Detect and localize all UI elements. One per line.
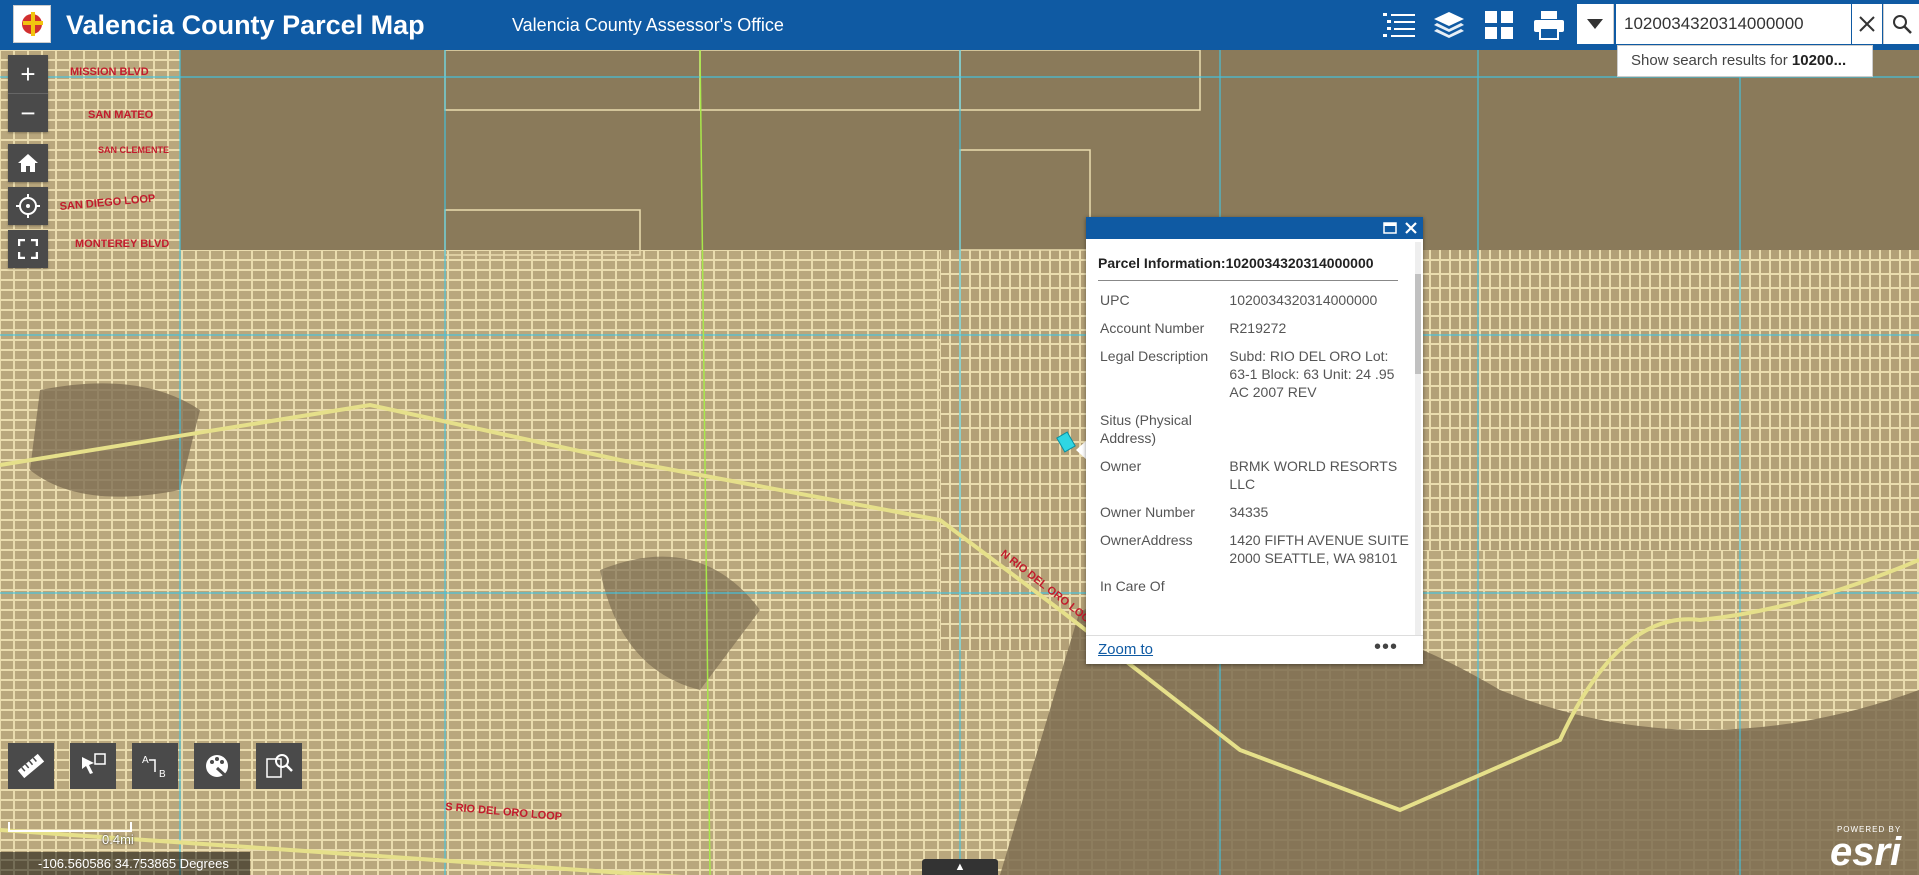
search-source-dropdown[interactable]: [1577, 4, 1614, 44]
zoom-out-button[interactable]: −: [8, 93, 48, 132]
search-input[interactable]: [1616, 4, 1851, 44]
field-label: UPC: [1100, 292, 1130, 308]
zoom-in-button[interactable]: +: [8, 55, 48, 93]
draw-button[interactable]: [194, 743, 240, 789]
popup-scrollbar[interactable]: [1415, 242, 1421, 642]
svg-text:A: A: [142, 755, 149, 766]
more-actions-button[interactable]: •••: [1374, 636, 1398, 659]
select-icon: [82, 753, 106, 774]
field-value: R219272: [1229, 320, 1287, 336]
field-value: 1020034320314000000: [1229, 292, 1378, 308]
road-label-san-mateo: SAN MATEO: [88, 109, 154, 121]
clear-search-button[interactable]: [1852, 4, 1882, 44]
road-label-mission: MISSION BLVD: [70, 66, 149, 78]
layers-icon: [1434, 12, 1464, 38]
field-value: 34335: [1229, 504, 1269, 520]
legend-button[interactable]: [1380, 6, 1418, 44]
table-row: UPC 1020034320314000000: [1100, 291, 1410, 319]
field-value: BRMK WORLD RESORTS LLC: [1229, 458, 1398, 492]
road-label-san-clemente: SAN CLEMENTE: [98, 145, 169, 155]
attribute-table: UPC 1020034320314000000 Account Number R21…: [1100, 291, 1410, 605]
select-button[interactable]: [70, 743, 116, 789]
zoom-to-link[interactable]: Zoom to: [1098, 641, 1153, 658]
esri-logo: POWERED BY esri: [1830, 825, 1902, 874]
draw-icon: [206, 755, 230, 780]
road-label-monterey: MONTEREY BLVD: [75, 238, 169, 250]
esri-brand-text: esri: [1830, 830, 1902, 874]
basemap-gallery-icon: [1485, 11, 1513, 39]
field-value: Subd: RIO DEL ORO Lot: 63-1 Block: 63 Un…: [1229, 348, 1395, 400]
field-label: Situs (Physical Address): [1100, 412, 1192, 446]
chevron-down-icon: [1587, 19, 1603, 29]
scale-label: 0.4mi: [102, 832, 134, 847]
field-label: Owner: [1100, 458, 1142, 474]
table-row: Situs (Physical Address): [1100, 411, 1410, 457]
svg-text:B: B: [159, 769, 166, 780]
home-button[interactable]: [8, 144, 48, 182]
print-icon: [1534, 11, 1564, 40]
fullscreen-icon: [18, 239, 38, 259]
app-title: Valencia County Parcel Map: [66, 10, 425, 40]
field-value: [1229, 411, 1410, 457]
locate-button[interactable]: [8, 187, 48, 225]
measure-button[interactable]: [8, 743, 54, 789]
field-label: Account Number: [1100, 320, 1205, 336]
query-button[interactable]: [256, 743, 302, 789]
measure-icon: [17, 753, 45, 779]
home-icon: [18, 154, 38, 172]
coordinate-readout: -106.560586 34.753865 Degrees: [0, 852, 250, 875]
parcel-popup: Parcel Information:1020034320314000000 U…: [1086, 217, 1423, 664]
search-suggestion[interactable]: Show search results for 10200...: [1617, 45, 1873, 77]
search-icon: [1893, 15, 1912, 34]
table-row: In Care Of: [1100, 577, 1410, 605]
field-label: Legal Description: [1100, 348, 1209, 364]
field-label: In Care Of: [1100, 578, 1165, 594]
print-button[interactable]: [1530, 6, 1568, 44]
close-icon: [1859, 16, 1875, 32]
field-value: 1420 FIFTH AVENUE SUITE 2000 SEATTLE, WA…: [1229, 532, 1409, 566]
table-row: Account Number R219272: [1100, 319, 1410, 347]
county-seal-icon: [13, 5, 51, 43]
legend-icon: [1383, 13, 1415, 37]
locate-icon: [16, 194, 40, 218]
fullscreen-button[interactable]: [8, 230, 48, 268]
field-value: [1229, 577, 1410, 605]
popup-content[interactable]: UPC 1020034320314000000 Account Number R21…: [1086, 217, 1414, 635]
search-button[interactable]: [1883, 4, 1919, 44]
suggestion-prefix: Show search results for: [1631, 52, 1792, 69]
directions-icon: AB: [142, 755, 166, 780]
suggestion-term: 10200...: [1791, 52, 1847, 69]
basemap-gallery-button[interactable]: [1480, 6, 1518, 44]
table-row: OwnerAddress 1420 FIFTH AVENUE SUITE 2000…: [1100, 531, 1410, 577]
zoom-controls: + −: [8, 55, 48, 132]
map-view[interactable]: MISSION BLVD SAN MATEO SAN CLEMENTE SAN …: [0, 50, 1919, 875]
table-row: Owner Number 34335: [1100, 503, 1410, 531]
attribution-toggle[interactable]: ▲: [922, 859, 998, 875]
table-row: Legal Description Subd: RIO DEL ORO Lot: …: [1100, 347, 1410, 411]
directions-button[interactable]: AB: [132, 743, 178, 789]
popup-footer: Zoom to •••: [1086, 635, 1423, 664]
field-label: Owner Number: [1100, 504, 1195, 520]
layers-button[interactable]: [1430, 6, 1468, 44]
field-label: OwnerAddress: [1100, 532, 1193, 548]
query-icon: [266, 754, 293, 778]
scale-bar: [8, 822, 132, 832]
scroll-thumb[interactable]: [1415, 274, 1421, 374]
table-row: Owner BRMK WORLD RESORTS LLC: [1100, 457, 1410, 503]
office-name: Valencia County Assessor's Office: [512, 15, 784, 35]
